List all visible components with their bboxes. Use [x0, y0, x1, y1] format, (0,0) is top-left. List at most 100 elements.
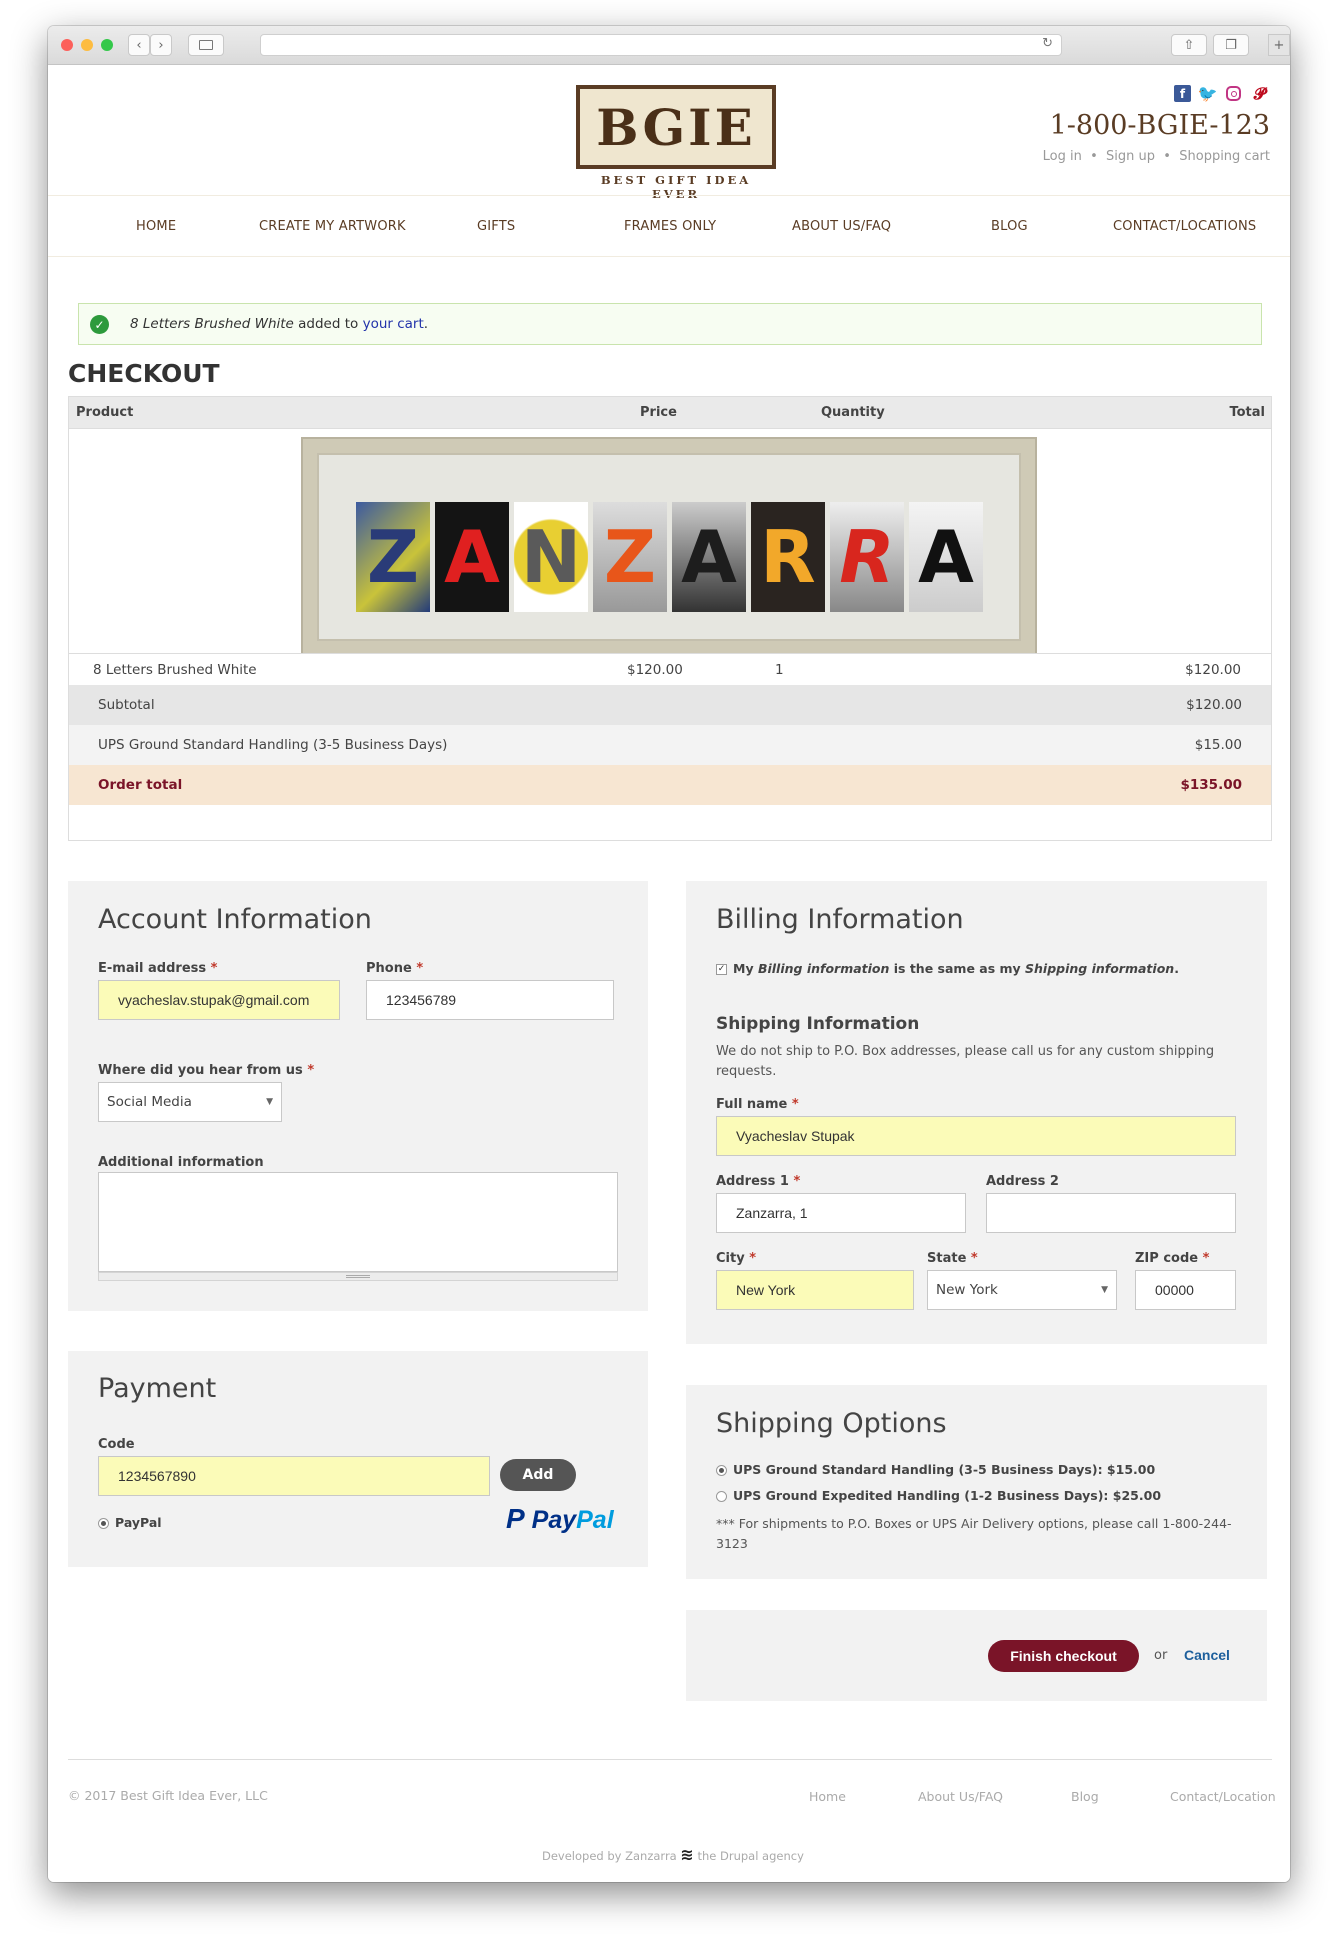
artwork-letter: R — [830, 502, 904, 612]
shipping-options-panel: Shipping Options UPS Ground Standard Han… — [686, 1385, 1267, 1579]
back-button[interactable]: ‹ — [128, 34, 150, 56]
cancel-link[interactable]: Cancel — [1184, 1647, 1230, 1663]
shopping-cart-link[interactable]: Shopping cart — [1179, 149, 1270, 164]
order-total-label: Order total — [98, 777, 183, 793]
full-name-field[interactable]: Vyacheslav Stupak — [716, 1116, 1236, 1156]
nav-blog[interactable]: BLOG — [991, 219, 1028, 234]
payment-panel: Payment Code 1234567890 Add PayPal P Pay… — [68, 1351, 648, 1567]
your-cart-link[interactable]: your cart — [363, 316, 424, 332]
page: BGIE BEST GIFT IDEA EVER f 🐦 𝓟 1-800-BGI… — [48, 65, 1290, 1882]
city-field[interactable]: New York — [716, 1270, 914, 1310]
footer-link-about[interactable]: About Us/FAQ — [918, 1789, 1003, 1804]
twitter-icon[interactable]: 🐦 — [1198, 84, 1218, 103]
shipping-standard-radio[interactable] — [716, 1465, 727, 1476]
billing-information-panel: Billing Information ✓ My Billing informa… — [686, 881, 1267, 1344]
cart-item-row: 8 Letters Brushed White $120.00 1 $120.0… — [69, 653, 1271, 685]
nav-gifts[interactable]: GIFTS — [477, 219, 515, 234]
nav-contact-locations[interactable]: CONTACT/LOCATIONS — [1113, 219, 1256, 234]
phone-field[interactable]: 123456789 — [366, 980, 614, 1020]
column-price: Price — [640, 405, 677, 420]
shipping-options-note: *** For shipments to P.O. Boxes or UPS A… — [716, 1516, 1232, 1551]
shipping-value: $15.00 — [1194, 737, 1242, 753]
paypal-radio[interactable] — [98, 1518, 109, 1529]
logo-text: BGIE — [580, 89, 772, 165]
browser-window: ‹ › ↻ ⇧ ❐ + BGIE BEST GIFT IDEA EVER f 🐦… — [48, 26, 1290, 1882]
artwork-letter: Z — [356, 502, 430, 612]
or-text: or — [1154, 1648, 1168, 1663]
page-title: CHECKOUT — [68, 359, 220, 388]
finish-checkout-button[interactable]: Finish checkout — [988, 1640, 1139, 1672]
signup-link[interactable]: Sign up — [1106, 149, 1155, 164]
new-tab-button[interactable]: + — [1268, 34, 1290, 56]
phone-number[interactable]: 1-800-BGIE-123 — [1050, 110, 1270, 141]
sidebar-button[interactable] — [188, 34, 224, 56]
site-logo[interactable]: BGIE — [576, 85, 776, 169]
column-product: Product — [76, 405, 134, 420]
nav-frames-only[interactable]: FRAMES ONLY — [624, 219, 716, 234]
artwork-letter: A — [909, 502, 983, 612]
billing-information-title: Billing Information — [716, 904, 964, 935]
column-total: Total — [1229, 405, 1265, 420]
shipping-expedited-radio[interactable] — [716, 1491, 727, 1502]
address-bar[interactable]: ↻ — [260, 34, 1062, 56]
zip-code-field[interactable]: 00000 — [1135, 1270, 1236, 1310]
city-label: City * — [716, 1251, 757, 1266]
artwork-letter: A — [672, 502, 746, 612]
email-label: E-mail address * — [98, 961, 218, 976]
textarea-resize-handle[interactable] — [98, 1272, 618, 1281]
address2-field[interactable] — [986, 1193, 1236, 1233]
zanzarra-logo-icon[interactable]: ≋ — [680, 1845, 693, 1864]
payment-title: Payment — [98, 1373, 217, 1404]
nav-about-us-faq[interactable]: ABOUT US/FAQ — [792, 219, 891, 234]
nav-create-my-artwork[interactable]: CREATE MY ARTWORK — [259, 219, 406, 234]
additional-information-textarea[interactable] — [98, 1172, 618, 1272]
reload-icon[interactable]: ↻ — [1042, 36, 1053, 51]
order-total-row: Order total $135.00 — [69, 765, 1271, 805]
zoom-window-button[interactable] — [101, 39, 113, 51]
address2-label: Address 2 — [986, 1174, 1059, 1189]
account-information-panel: Account Information E-mail address * vya… — [68, 881, 648, 1311]
login-link[interactable]: Log in — [1043, 149, 1082, 164]
shipping-options-title: Shipping Options — [716, 1408, 947, 1439]
shipping-row: UPS Ground Standard Handling (3-5 Busine… — [69, 725, 1271, 765]
subtotal-value: $120.00 — [1186, 697, 1242, 713]
share-button[interactable]: ⇧ — [1171, 34, 1207, 56]
zip-code-label: ZIP code * — [1135, 1251, 1210, 1266]
minimize-window-button[interactable] — [81, 39, 93, 51]
account-information-title: Account Information — [98, 904, 372, 935]
subtotal-row: Subtotal $120.00 — [69, 685, 1271, 725]
footer-link-blog[interactable]: Blog — [1071, 1789, 1099, 1804]
code-label: Code — [98, 1437, 135, 1452]
code-field[interactable]: 1234567890 — [98, 1456, 490, 1496]
facebook-icon[interactable]: f — [1174, 85, 1191, 102]
item-quantity: 1 — [775, 662, 784, 678]
tabs-button[interactable]: ❐ — [1213, 34, 1249, 56]
subtotal-label: Subtotal — [98, 697, 155, 713]
footer-divider — [68, 1759, 1272, 1760]
nav-home[interactable]: HOME — [136, 219, 176, 234]
address1-label: Address 1 * — [716, 1174, 801, 1189]
sidebar-icon — [199, 40, 213, 50]
browser-toolbar: ‹ › ↻ ⇧ ❐ + — [48, 26, 1290, 65]
footer-link-contact[interactable]: Contact/Location — [1170, 1789, 1276, 1804]
column-quantity: Quantity — [821, 405, 885, 420]
top-links: Log in • Sign up • Shopping cart — [1042, 149, 1270, 164]
address1-field[interactable]: Zanzarra, 1 — [716, 1193, 966, 1233]
footer-link-home[interactable]: Home — [809, 1789, 846, 1804]
shipping-standard-label: UPS Ground Standard Handling (3-5 Busine… — [733, 1462, 1156, 1477]
pinterest-icon[interactable]: 𝓟 — [1251, 84, 1268, 103]
same-address-checkbox[interactable]: ✓ — [716, 964, 727, 975]
forward-button[interactable]: › — [150, 34, 172, 56]
hear-from-us-select[interactable]: Social Media ▼ — [98, 1082, 282, 1122]
cart-table-header: Product Price Quantity Total — [69, 397, 1271, 429]
share-icon: ⇧ — [1183, 37, 1195, 53]
added-product-name: 8 Letters Brushed White — [130, 316, 294, 332]
main-nav: HOME CREATE MY ARTWORK GIFTS FRAMES ONLY… — [48, 195, 1290, 257]
email-field[interactable]: vyacheslav.stupak@gmail.com — [98, 980, 340, 1020]
paypal-logo-pal: Pal — [576, 1506, 614, 1534]
state-select[interactable]: New York ▼ — [927, 1270, 1117, 1310]
close-window-button[interactable] — [61, 39, 73, 51]
shipping-information-note: We do not ship to P.O. Box addresses, pl… — [716, 1044, 1215, 1079]
instagram-icon[interactable] — [1226, 86, 1241, 101]
add-code-button[interactable]: Add — [500, 1459, 576, 1491]
